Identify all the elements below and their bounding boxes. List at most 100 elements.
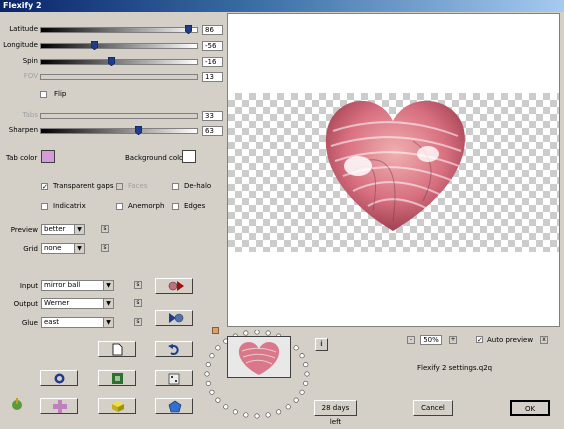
circle-icon — [54, 373, 65, 384]
transparent-gaps-checkbox[interactable]: ✓ — [41, 183, 48, 191]
output-value: Werner — [44, 299, 70, 307]
indicatrix-checkbox[interactable] — [41, 203, 48, 210]
preview-canvas[interactable] — [227, 13, 560, 327]
auto-preview-checkbox[interactable]: ✓ — [476, 336, 483, 344]
spin-field[interactable]: -16 — [202, 57, 223, 67]
glue-value: east — [44, 318, 59, 326]
dice-icon — [168, 373, 180, 385]
auto-preview-label: Auto preview — [487, 336, 534, 344]
latitude-field[interactable]: 86 — [202, 25, 223, 35]
anemorph-label: Anemorph — [128, 202, 165, 210]
input-label: Input — [19, 282, 38, 290]
spin-slider[interactable] — [40, 57, 198, 66]
settings-file-name: Flexify 2 settings.q2q — [417, 364, 493, 372]
preview-save-button[interactable]: s — [101, 225, 109, 233]
thumbnail-preview[interactable] — [227, 336, 291, 378]
sharpen-label: Sharpen — [8, 126, 38, 134]
tab-color-label: Tab color — [6, 154, 38, 162]
chevron-down-icon: ▼ — [103, 318, 113, 327]
tools-icon[interactable] — [10, 397, 24, 411]
fov-slider — [40, 74, 198, 80]
latitude-slider-thumb[interactable] — [184, 25, 192, 34]
title-bar: Flexify 2 — [0, 0, 564, 12]
undo-button[interactable] — [155, 341, 193, 357]
zoom-out-button[interactable]: - — [407, 336, 415, 344]
output-select[interactable]: Werner ▼ — [41, 298, 114, 309]
longitude-slider-thumb[interactable] — [91, 41, 99, 50]
sharpen-slider[interactable] — [40, 126, 198, 135]
undo-icon — [168, 344, 179, 355]
ring-dot — [303, 362, 309, 368]
anemorph-checkbox[interactable] — [116, 203, 123, 210]
zoom-in-button[interactable]: + — [449, 336, 457, 344]
background-color-swatch[interactable] — [182, 150, 196, 163]
grid-tool-button[interactable] — [40, 398, 78, 414]
fov-field: 13 — [202, 72, 223, 82]
ring-dot — [205, 380, 211, 386]
ring-dot — [276, 409, 282, 415]
ring-dot — [254, 330, 260, 335]
ring-dot — [254, 413, 260, 419]
ring-dot — [209, 389, 215, 395]
sharpen-field[interactable]: 63 — [202, 126, 223, 136]
auto-preview-close-button[interactable]: x — [540, 336, 548, 344]
grid-value: none — [44, 244, 62, 252]
play-backward-button[interactable] — [155, 310, 193, 326]
glue-select[interactable]: east ▼ — [41, 317, 114, 328]
glue-save-button[interactable]: s — [134, 318, 142, 326]
output-save-button[interactable]: s — [134, 299, 142, 307]
spin-slider-thumb[interactable] — [108, 57, 116, 66]
info-button[interactable]: i — [315, 338, 328, 351]
preview-quality-select[interactable]: better ▼ — [41, 224, 85, 235]
output-label: Output — [13, 300, 38, 308]
play-forward-button[interactable] — [155, 278, 193, 294]
grid-label: Grid — [23, 245, 38, 253]
de-halo-checkbox[interactable] — [172, 183, 179, 190]
chevron-down-icon: ▼ — [103, 299, 113, 308]
input-save-button[interactable]: s — [134, 281, 142, 289]
cube-tool-button[interactable] — [98, 398, 136, 414]
random-button[interactable] — [155, 370, 193, 386]
chevron-down-icon: ▼ — [74, 225, 84, 234]
latitude-slider[interactable] — [40, 25, 198, 34]
grid-save-button[interactable]: s — [101, 244, 109, 252]
longitude-label: Longitude — [3, 41, 38, 49]
longitude-field[interactable]: -56 — [202, 41, 223, 51]
chevron-down-icon: ▼ — [74, 244, 84, 253]
spin-label: Spin — [22, 57, 38, 65]
days-left-button[interactable]: 28 days left — [314, 400, 357, 426]
tab-color-swatch[interactable] — [41, 150, 55, 163]
tabs-slider — [40, 113, 198, 119]
ring-dot — [204, 371, 210, 377]
grid-icon — [53, 400, 67, 413]
input-select[interactable]: mirror ball ▼ — [41, 280, 114, 291]
edges-checkbox[interactable] — [172, 203, 179, 210]
de-halo-label: De-halo — [184, 182, 212, 190]
gem-tool-button[interactable] — [155, 398, 193, 414]
preview-quality-value: better — [44, 225, 66, 233]
chevron-down-icon: ▼ — [103, 281, 113, 290]
ring-dot — [265, 412, 271, 418]
faces-label: Faces — [128, 182, 148, 190]
flip-checkbox[interactable] — [40, 91, 47, 98]
latitude-label: Latitude — [9, 25, 38, 33]
thumbnail-heart-image — [228, 337, 290, 377]
ring-dot — [215, 397, 221, 403]
frame-tool-button[interactable] — [98, 370, 136, 386]
play-backward-icon — [169, 313, 184, 323]
sharpen-slider-thumb[interactable] — [134, 126, 142, 135]
tabs-field: 33 — [202, 111, 223, 121]
background-color-label: Background color — [125, 154, 187, 162]
new-page-button[interactable] — [98, 341, 136, 357]
ok-button[interactable]: OK — [510, 400, 550, 416]
ring-dot — [299, 389, 305, 395]
circle-tool-button[interactable] — [40, 370, 78, 386]
grid-select[interactable]: none ▼ — [41, 243, 85, 254]
cancel-button[interactable]: Cancel — [413, 400, 453, 416]
ring-dot — [293, 345, 299, 351]
ring-dot — [223, 404, 229, 410]
longitude-slider[interactable] — [40, 41, 198, 50]
ring-dot — [285, 404, 291, 410]
ring-dot — [303, 380, 309, 386]
indicatrix-label: Indicatrix — [53, 202, 86, 210]
